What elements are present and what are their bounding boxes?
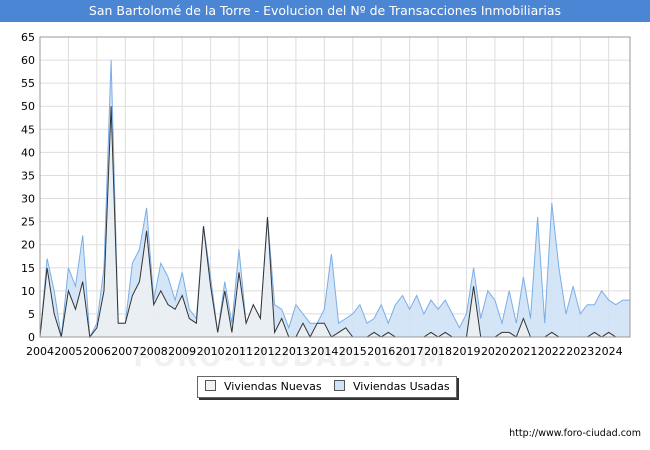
- legend-label-usadas: Viviendas Usadas: [353, 380, 450, 393]
- legend-item-usadas: Viviendas Usadas: [334, 380, 450, 394]
- y-tick-label: 5: [28, 308, 35, 321]
- y-tick-label: 40: [21, 146, 35, 159]
- x-tick-label: 2006: [83, 345, 111, 358]
- chart-root: FORO-CIUDAD.COM 0 5 10 15 20 25 30 35 40 45 50 55 60 6…: [0, 0, 650, 450]
- x-tick-label: 2018: [424, 345, 452, 358]
- legend-item-nuevas: Viviendas Nuevas: [205, 380, 322, 394]
- x-tick-label: 2020: [481, 345, 509, 358]
- y-tick-label: 35: [21, 169, 35, 182]
- x-tick-label: 2010: [197, 345, 225, 358]
- x-tick-label: 2022: [538, 345, 566, 358]
- x-tick-label: 2009: [168, 345, 196, 358]
- x-tick-label: 2017: [396, 345, 424, 358]
- chart-title: San Bartolomé de la Torre - Evolucion de…: [0, 0, 650, 22]
- x-tick-label: 2011: [225, 345, 253, 358]
- x-tick-label: 2021: [509, 345, 537, 358]
- legend: Viviendas Nuevas Viviendas Usadas: [197, 376, 457, 398]
- y-tick-label: 50: [21, 100, 35, 113]
- legend-swatch-nuevas: [205, 380, 216, 391]
- x-tick-label: 2014: [310, 345, 338, 358]
- legend-swatch-usadas: [334, 380, 345, 391]
- y-tick-label: 10: [21, 285, 35, 298]
- y-tick-label: 55: [21, 77, 35, 90]
- y-tick-label: 60: [21, 54, 35, 67]
- y-tick-label: 15: [21, 262, 35, 275]
- x-tick-label: 2023: [566, 345, 594, 358]
- x-tick-label: 2005: [54, 345, 82, 358]
- y-tick-label: 0: [28, 331, 35, 344]
- x-tick-label: 2012: [253, 345, 281, 358]
- y-tick-label: 20: [21, 239, 35, 252]
- y-tick-label: 65: [21, 31, 35, 44]
- y-tick-label: 30: [21, 193, 35, 206]
- x-tick-label: 2013: [282, 345, 310, 358]
- x-tick-label: 2008: [140, 345, 168, 358]
- x-tick-label: 2004: [26, 345, 54, 358]
- x-tick-label: 2016: [367, 345, 395, 358]
- source-url: http://www.foro-ciudad.com: [509, 428, 641, 439]
- x-tick-label: 2015: [339, 345, 367, 358]
- x-tick-label: 2024: [595, 345, 623, 358]
- y-tick-label: 25: [21, 216, 35, 229]
- legend-label-nuevas: Viviendas Nuevas: [224, 380, 322, 393]
- x-tick-label: 2007: [111, 345, 139, 358]
- x-tick-label: 2019: [453, 345, 481, 358]
- y-tick-label: 45: [21, 123, 35, 136]
